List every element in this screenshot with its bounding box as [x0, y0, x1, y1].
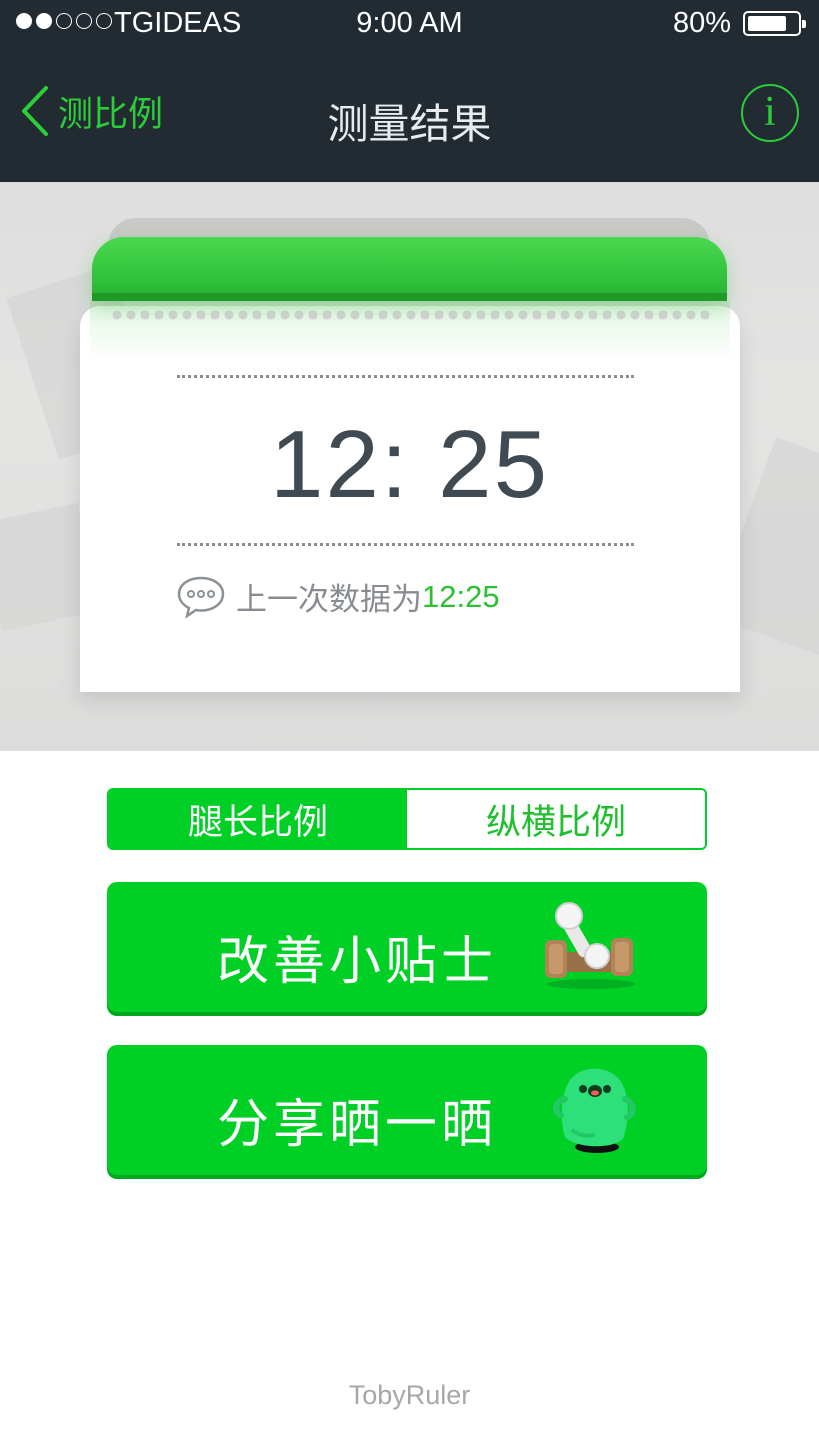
share-button-label: 分享晒一晒: [217, 1096, 498, 1154]
navigation-bar: 测比例 测量结果 i: [0, 60, 819, 170]
info-icon: i: [764, 89, 776, 135]
result-panel: 12: 25 上一次数据为 12:25: [0, 182, 819, 751]
ratio-segmented-control: 腿长比例 纵横比例: [107, 788, 707, 850]
tips-button-label: 改善小贴士: [217, 933, 498, 991]
status-bar: TGIDEAS 9:00 AM 80%: [0, 0, 819, 46]
app-header: TGIDEAS 9:00 AM 80% 测比例 测量结果 i: [0, 0, 819, 182]
ticket-divider-bottom: [177, 543, 634, 546]
previous-result-label: 上一次数据为: [236, 582, 422, 617]
dumbbell-icon: [545, 902, 635, 989]
info-button[interactable]: i: [741, 84, 799, 142]
ticket-divider-top: [177, 375, 634, 378]
battery-percent: 80%: [672, 7, 731, 39]
brand-footer: TobyRuler: [348, 1380, 471, 1410]
chat-bubble-icon: [177, 576, 225, 619]
battery-icon: [743, 11, 806, 36]
share-button[interactable]: 分享晒一晒: [107, 1045, 707, 1175]
mascot-icon: [553, 1068, 636, 1153]
tips-button[interactable]: 改善小贴士: [107, 882, 707, 1012]
printer-top: [92, 237, 727, 301]
segment-leg-ratio[interactable]: 腿长比例: [109, 790, 407, 848]
segment-aspect-ratio[interactable]: 纵横比例: [407, 790, 705, 848]
perforation: [110, 309, 710, 321]
printer-lip: [92, 293, 727, 301]
battery-nub: [802, 20, 806, 28]
result-value: 12: 25: [270, 411, 549, 518]
previous-result-row: 上一次数据为 12:25: [176, 574, 500, 619]
page-title: 测量结果: [327, 101, 492, 147]
battery-fill: [748, 16, 787, 31]
previous-result-value: 12:25: [422, 578, 500, 614]
